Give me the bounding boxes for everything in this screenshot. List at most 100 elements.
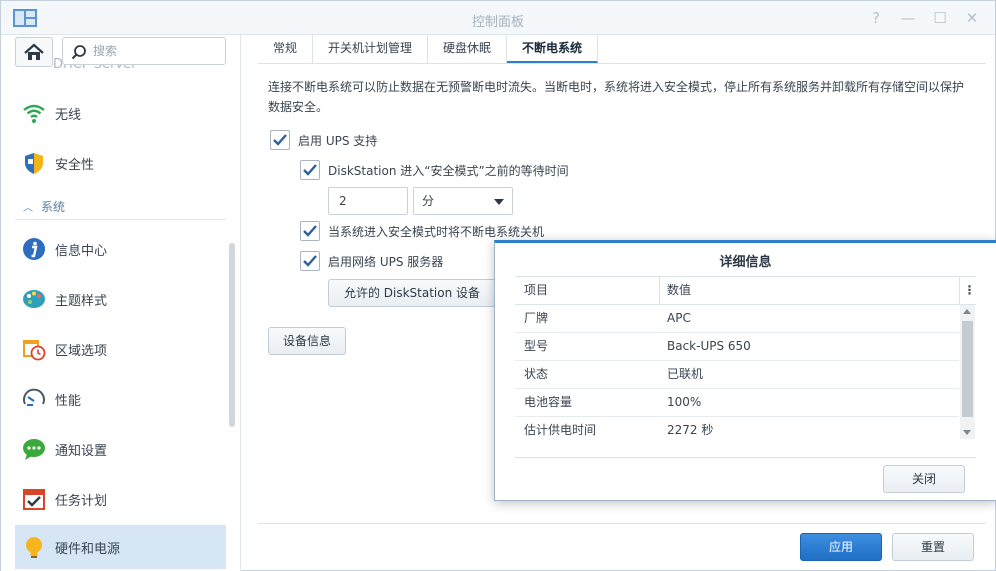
enable-ups-checkbox[interactable] bbox=[270, 130, 290, 150]
dropdown-arrow-icon bbox=[494, 199, 504, 205]
title-bar[interactable]: 控制面板 ? — ☐ ✕ bbox=[1, 1, 995, 35]
gauge-icon bbox=[23, 388, 45, 406]
sidebar-section-system[interactable]: ︿ 系统 bbox=[15, 193, 226, 220]
window-title: 控制面板 bbox=[471, 15, 524, 30]
details-dialog: 详细信息 项目 数值 ⋮ 厂牌 APC 型号 Back-UPS 650 状态 已… bbox=[494, 240, 996, 501]
column-header-item[interactable]: 项目 bbox=[524, 277, 548, 304]
table-row[interactable]: 状态 已联机 bbox=[515, 361, 959, 389]
sidebar-item-info-center[interactable]: 信息中心 bbox=[15, 227, 226, 271]
row-value: 2272 秒 bbox=[667, 423, 714, 437]
column-header-value[interactable]: 数值 bbox=[667, 277, 691, 304]
search-input[interactable] bbox=[93, 38, 221, 64]
allowed-devices-button[interactable]: 允许的 DiskStation 设备 bbox=[328, 279, 496, 307]
chat-bubble-icon bbox=[23, 439, 45, 460]
checkmark-icon bbox=[303, 255, 317, 267]
scroll-thumb[interactable] bbox=[962, 321, 973, 417]
sidebar-item-label: 通知设置 bbox=[55, 443, 108, 459]
dialog-divider bbox=[515, 457, 976, 458]
row-value: 已联机 bbox=[667, 367, 704, 381]
sidebar-item-performance[interactable]: 性能 bbox=[15, 377, 226, 421]
tab-general[interactable]: 常规 bbox=[258, 35, 314, 63]
help-icon[interactable]: ? bbox=[867, 9, 885, 27]
wait-time-label: DiskStation 进入“安全模式”之前的等待时间 bbox=[328, 163, 569, 178]
lightbulb-icon bbox=[26, 537, 42, 558]
sidebar-item-hardware-power[interactable]: 硬件和电源 bbox=[15, 525, 226, 569]
palette-icon bbox=[23, 290, 45, 308]
details-grid: 项目 数值 ⋮ 厂牌 APC 型号 Back-UPS 650 状态 已联机 电池… bbox=[515, 276, 976, 439]
wait-time-row: DiskStation 进入“安全模式”之前的等待时间 bbox=[300, 160, 569, 180]
column-menu-icon[interactable]: ⋮ bbox=[963, 277, 976, 305]
shutdown-ups-row: 当系统进入安全模式时将不断电系统关机 bbox=[300, 221, 544, 241]
sidebar-item-task-scheduler[interactable]: 任务计划 bbox=[15, 477, 226, 521]
search-icon bbox=[71, 45, 86, 60]
enable-ups-label: 启用 UPS 支持 bbox=[298, 133, 378, 148]
control-panel-window: 控制面板 ? — ☐ ✕ DHCP Server bbox=[0, 0, 996, 571]
tab-power-schedule[interactable]: 开关机计划管理 bbox=[313, 35, 429, 63]
network-ups-label: 启用网络 UPS 服务器 bbox=[328, 254, 444, 269]
wait-time-unit-value: 分 bbox=[422, 194, 435, 208]
grid-scrollbar[interactable] bbox=[960, 305, 975, 439]
reset-button[interactable]: 重置 bbox=[892, 533, 974, 561]
row-item: 电池容量 bbox=[524, 395, 573, 409]
calendar-clock-icon bbox=[23, 340, 46, 361]
row-item: 厂牌 bbox=[524, 311, 549, 325]
row-value: 100% bbox=[667, 395, 702, 409]
network-ups-checkbox[interactable] bbox=[300, 251, 320, 271]
wait-time-unit-select[interactable]: 分 bbox=[413, 187, 513, 215]
sidebar-item-label: 任务计划 bbox=[55, 493, 108, 509]
wifi-icon bbox=[23, 104, 45, 123]
table-row[interactable]: 厂牌 APC bbox=[515, 305, 959, 333]
checkmark-icon bbox=[303, 225, 317, 237]
network-ups-row: 启用网络 UPS 服务器 bbox=[300, 251, 443, 271]
tab-ups[interactable]: 不断电系统 bbox=[507, 35, 599, 63]
sidebar-item-label: 硬件和电源 bbox=[55, 541, 121, 557]
sidebar-item-label: 性能 bbox=[55, 393, 82, 409]
dialog-close-button[interactable]: 关闭 bbox=[883, 465, 965, 493]
minimize-icon[interactable]: — bbox=[899, 9, 917, 27]
search-box[interactable] bbox=[62, 37, 226, 65]
close-window-icon[interactable]: ✕ bbox=[963, 9, 981, 27]
checkmark-icon bbox=[303, 164, 317, 176]
sidebar-item-notification[interactable]: 通知设置 bbox=[15, 427, 226, 471]
ups-description: 连接不断电系统可以防止数据在无预警断电时流失。当断电时，系统将进入安全模式，停止… bbox=[268, 80, 965, 114]
home-button[interactable] bbox=[15, 37, 53, 67]
row-item: 估计供电时间 bbox=[524, 423, 597, 437]
device-info-button[interactable]: 设备信息 bbox=[268, 327, 346, 355]
scroll-down-icon[interactable] bbox=[963, 430, 971, 435]
sidebar-item-regional-options[interactable]: 区域选项 bbox=[15, 327, 226, 371]
sidebar-item-security[interactable]: 安全性 bbox=[15, 141, 226, 185]
home-icon bbox=[24, 43, 44, 60]
tab-hdd-hibernation[interactable]: 硬盘休眠 bbox=[428, 35, 508, 63]
shutdown-ups-label: 当系统进入安全模式时将不断电系统关机 bbox=[328, 224, 545, 239]
tab-bar: 常规 开关机计划管理 硬盘休眠 不断电系统 bbox=[258, 35, 986, 64]
row-value: Back-UPS 650 bbox=[667, 339, 751, 353]
grid-header: 项目 数值 ⋮ bbox=[515, 277, 976, 305]
sidebar-item-label: 无线 bbox=[55, 107, 82, 123]
sidebar-item-wireless[interactable]: 无线 bbox=[15, 91, 226, 135]
info-icon bbox=[23, 238, 45, 260]
sidebar-scrollbar[interactable] bbox=[229, 243, 235, 427]
shutdown-ups-checkbox[interactable] bbox=[300, 221, 320, 241]
checkmark-icon bbox=[273, 134, 287, 146]
row-item: 型号 bbox=[524, 339, 549, 353]
sidebar-section-label: 系统 bbox=[41, 199, 66, 214]
table-row[interactable]: 估计供电时间 2272 秒 bbox=[515, 417, 959, 445]
sidebar-item-label: 安全性 bbox=[55, 157, 95, 173]
table-row[interactable]: 型号 Back-UPS 650 bbox=[515, 333, 959, 361]
shield-icon bbox=[25, 153, 43, 174]
sidebar: DHCP Server 无线 bbox=[1, 35, 241, 571]
table-row[interactable]: 电池容量 100% bbox=[515, 389, 959, 417]
scroll-up-icon[interactable] bbox=[963, 309, 971, 314]
wait-time-input[interactable]: 2 bbox=[328, 187, 408, 215]
row-value: APC bbox=[667, 311, 691, 325]
sidebar-item-theme[interactable]: 主题样式 bbox=[15, 277, 226, 321]
task-calendar-icon bbox=[23, 489, 45, 510]
dialog-title: 详细信息 bbox=[719, 255, 772, 270]
apply-button[interactable]: 应用 bbox=[800, 533, 882, 561]
footer-divider bbox=[258, 523, 986, 524]
maximize-icon[interactable]: ☐ bbox=[931, 9, 949, 27]
sidebar-item-label: 主题样式 bbox=[55, 293, 108, 309]
chevron-up-icon: ︿ bbox=[23, 202, 33, 214]
wait-time-checkbox[interactable] bbox=[300, 160, 320, 180]
enable-ups-row: 启用 UPS 支持 bbox=[270, 130, 377, 150]
